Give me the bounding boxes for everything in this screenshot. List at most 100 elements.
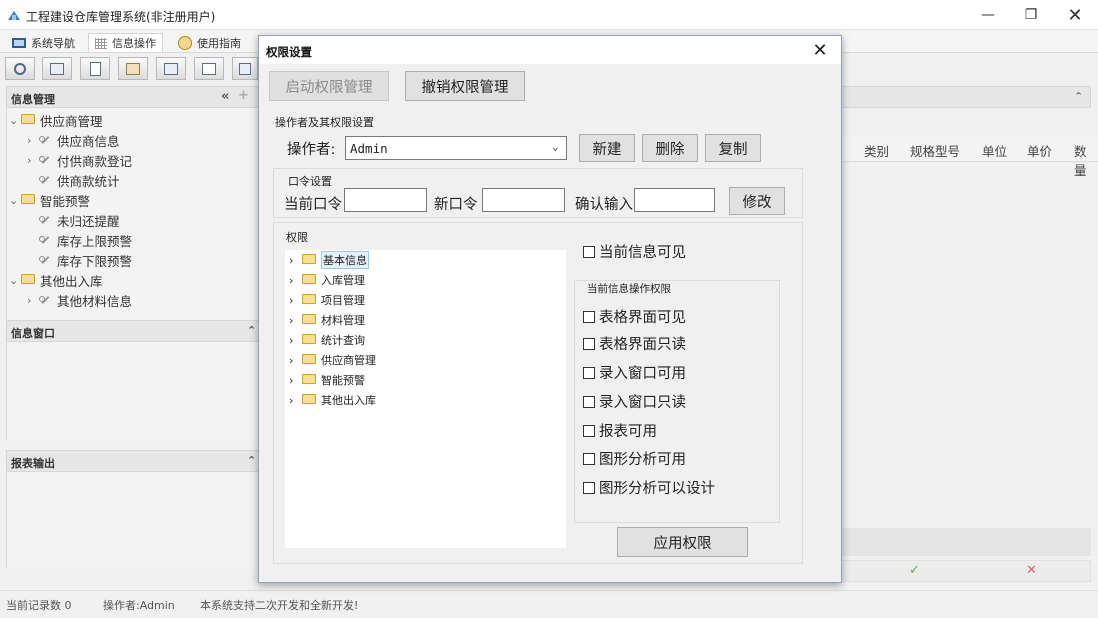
edit-tool-button[interactable] (232, 57, 258, 80)
perm-node-inbound[interactable]: › 入库管理 (289, 270, 365, 290)
dialog-close-icon[interactable]: ✕ (807, 38, 833, 62)
tree-node-stock-upper[interactable]: 库存上限预警 (39, 230, 132, 250)
grid-header-row: 类别 规格型号 单位 单价 数量 (841, 136, 1098, 178)
copy-operator-button[interactable]: 复制 (705, 134, 761, 162)
chevron-right-icon: › (289, 313, 294, 327)
revoke-permission-button[interactable]: 撤销权限管理 (405, 71, 525, 101)
password-section-label: 口令设置 (288, 175, 332, 188)
tree-node-supplier-mgmt[interactable]: ⌄ 供应商管理 (9, 110, 103, 130)
confirm-icon[interactable]: ✓ (909, 563, 920, 578)
delete-operator-button[interactable]: 删除 (642, 134, 698, 162)
ops-checkbox-chart-design[interactable]: 图形分析可以设计 (583, 477, 715, 498)
folder-icon (302, 254, 316, 264)
cancel-icon[interactable]: ✕ (1026, 563, 1037, 578)
column-header[interactable]: 单位 (982, 141, 1007, 160)
permission-dialog: 权限设置 ✕ 启动权限管理 撤销权限管理 操作者及其权限设置 操作者: Admi… (258, 35, 842, 583)
tab-label: 信息操作 (112, 37, 156, 50)
perm-node-project[interactable]: › 项目管理 (289, 290, 365, 310)
tab-system-nav[interactable]: 系统导航 (6, 33, 81, 52)
column-header[interactable]: 类别 (864, 141, 889, 160)
collapse-up-icon[interactable]: ⌃ (1074, 90, 1083, 103)
view-tool-button[interactable] (156, 57, 186, 80)
ops-checkbox-chart-enabled[interactable]: 图形分析可用 (583, 448, 686, 469)
ops-checkbox-table-readonly[interactable]: 表格界面只读 (583, 333, 686, 354)
checkbox-box (583, 452, 595, 465)
restore-button[interactable]: ❐ (1008, 0, 1054, 30)
current-password-input[interactable] (344, 188, 427, 212)
folder-icon (21, 274, 35, 284)
search-tool-button[interactable] (5, 57, 35, 80)
add-icon[interactable]: + (238, 88, 249, 103)
grid-nav-bar: ✓ ✕ (841, 560, 1091, 582)
document-icon (89, 61, 101, 76)
tab-user-guide[interactable]: 使用指南 (172, 33, 247, 52)
perm-node-material[interactable]: › 材料管理 (289, 310, 365, 330)
column-header[interactable]: 单价 (1027, 141, 1052, 160)
tab-info-ops[interactable]: 信息操作 (88, 33, 163, 52)
operator-select-value: Admin (350, 140, 388, 156)
status-note: 本系统支持二次开发和全新开发! (200, 599, 359, 612)
export-tool-button[interactable] (194, 57, 224, 80)
user-tool-button[interactable] (118, 57, 148, 80)
perm-label: 材料管理 (321, 314, 365, 327)
tree-label: 其他材料信息 (57, 293, 133, 309)
operator-select[interactable]: Admin ⌄ (345, 136, 567, 160)
checkbox-box (583, 337, 595, 350)
ops-checkbox-table-visible[interactable]: 表格界面可见 (583, 306, 686, 327)
info-visible-checkbox[interactable]: 当前信息可见 (583, 241, 686, 262)
checkbox-label: 录入窗口可用 (599, 366, 686, 382)
perm-node-smart-alert[interactable]: › 智能预警 (289, 370, 365, 390)
panel-title: 信息窗口 (11, 327, 55, 340)
info-management-header: 信息管理 « + (6, 86, 260, 108)
checkbox-label: 当前信息可见 (599, 245, 686, 261)
ops-checkbox-report-enabled[interactable]: 报表可用 (583, 420, 657, 441)
new-password-label: 新口令 (434, 197, 478, 213)
tree-node-stock-lower[interactable]: 库存下限预警 (39, 250, 132, 270)
new-operator-button[interactable]: 新建 (579, 134, 635, 162)
new-password-input[interactable] (482, 188, 565, 212)
tree-label: 库存下限预警 (57, 253, 133, 269)
collapse-left-icon[interactable]: « (221, 89, 229, 104)
perm-node-statistics[interactable]: › 统计查询 (289, 330, 365, 350)
edit-icon (239, 62, 251, 75)
chevron-down-icon: ⌄ (9, 113, 19, 127)
folder-icon (302, 374, 316, 384)
tree-node-payment-stats[interactable]: 供商款统计 (39, 170, 120, 190)
collapse-up-icon[interactable]: ⌃ (247, 454, 256, 467)
column-header[interactable]: 数量 (1074, 141, 1098, 179)
close-window-button[interactable]: ✕ (1052, 0, 1098, 30)
document-tool-button[interactable] (80, 57, 110, 80)
apply-permission-button[interactable]: 应用权限 (617, 527, 748, 557)
chevron-right-icon: › (289, 273, 294, 287)
ops-checkbox-entry-enabled[interactable]: 录入窗口可用 (583, 362, 686, 383)
perm-node-other-io[interactable]: › 其他出入库 (289, 390, 376, 410)
tree-node-other-io[interactable]: ⌄ 其他出入库 (9, 270, 103, 290)
ops-checkbox-entry-readonly[interactable]: 录入窗口只读 (583, 391, 686, 412)
tab-label: 使用指南 (197, 36, 241, 50)
chevron-right-icon: › (289, 293, 294, 307)
enable-permission-button[interactable]: 启动权限管理 (269, 71, 389, 101)
title-bar: 工程建设仓库管理系统(非注册用户) — ❐ ✕ (0, 0, 1098, 30)
tree-node-unreturned[interactable]: 未归还提醒 (39, 210, 120, 230)
confirm-password-input[interactable] (634, 188, 715, 212)
export-icon (202, 62, 216, 75)
collapse-up-icon[interactable]: ⌃ (247, 324, 256, 337)
report-output-header: 报表输出 ⌃ (6, 450, 260, 472)
folder-icon (302, 354, 316, 364)
perm-node-basic-info[interactable]: › 基本信息 (289, 250, 369, 270)
perm-node-supplier[interactable]: › 供应商管理 (289, 350, 376, 370)
chevron-right-icon: › (289, 373, 294, 387)
minimize-button[interactable]: — (965, 0, 1011, 30)
folder-icon (302, 394, 316, 404)
tree-node-payment-register[interactable]: › 付供商款登记 (27, 150, 132, 170)
list-tool-button[interactable] (42, 57, 72, 80)
perm-label: 基本信息 (321, 251, 369, 269)
info-window-panel (6, 342, 260, 440)
modify-password-button[interactable]: 修改 (729, 187, 785, 215)
chevron-right-icon: › (289, 333, 294, 347)
checkbox-label: 图形分析可用 (599, 452, 686, 468)
tree-node-smart-alert[interactable]: ⌄ 智能预警 (9, 190, 90, 210)
tree-node-supplier-info[interactable]: › 供应商信息 (27, 130, 120, 150)
column-header[interactable]: 规格型号 (910, 141, 960, 160)
tree-node-other-material[interactable]: › 其他材料信息 (27, 290, 132, 310)
